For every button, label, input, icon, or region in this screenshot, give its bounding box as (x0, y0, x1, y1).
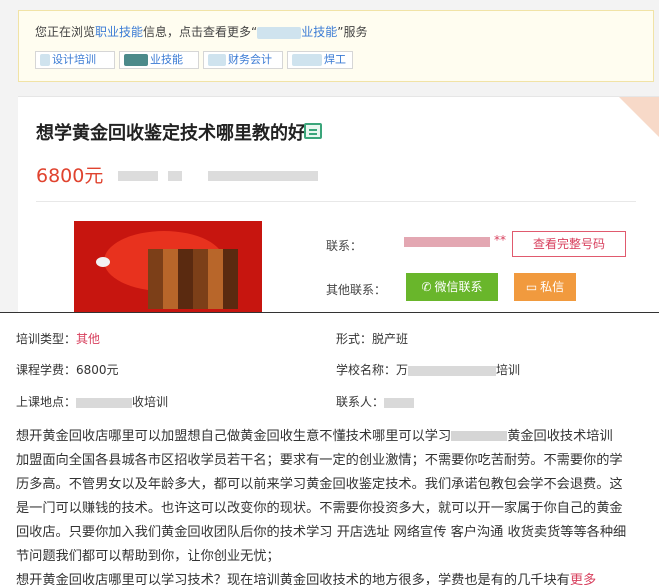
redacted-patch (118, 171, 158, 181)
divider (36, 201, 636, 202)
more-link[interactable]: 更多 (570, 573, 596, 585)
tag-finance-accounting[interactable]: 财务会计 (203, 51, 283, 69)
notice-category-link[interactable]: 职业技能 (95, 25, 143, 39)
image-mosaic (148, 249, 238, 309)
redacted-patch (208, 171, 318, 181)
detail-screenshot: 培训类型：其他 形式：脱产班 课程学费：6800元 学校名称：万 培训 上课地点：… (0, 313, 659, 585)
training-type: 培训类型：其他 (16, 330, 100, 347)
redacted-patch (168, 171, 182, 181)
description-line: 加盟面向全国各县城各市区招收学员若干名；要求有一定的创业激情；不需要你吃苦耐劳。… (16, 453, 623, 468)
redacted-patch (292, 54, 322, 66)
training-type-label: 培训类型： (16, 332, 77, 346)
description-text: 想开黄金回收店哪里可以学习技术？现在培训黄金回收技术的地方很多，学费也是有的几千… (16, 573, 570, 585)
course-fee: 课程学费：6800元 (16, 361, 119, 378)
tag-design-training[interactable]: 设计培训 (35, 51, 115, 69)
listing-image[interactable] (74, 221, 262, 312)
description-text: 黄金回收技术培训 (507, 429, 613, 444)
contact-label: 联系： (326, 239, 363, 253)
redacted-patch (40, 54, 50, 66)
redacted-patch (384, 397, 415, 408)
tag-label: 设计培训 (52, 53, 96, 66)
description-line: 节问题我们都可以帮助到你，让你创业无忧； (16, 549, 280, 564)
training-type-value[interactable]: 其他 (76, 332, 100, 346)
description-line: 回收店。只要你加入我们黄金回收团队后你的技术学习 开店选址 网络宣传 客户沟通 … (16, 525, 627, 540)
image-highlight (96, 257, 110, 267)
contact-person: 联系人： (336, 393, 415, 410)
training-form-value: 脱产班 (372, 332, 409, 346)
description-line: 想开黄金回收店哪里可以加盟想自己做黄金回收生意不懂技术哪里可以学习 黄金回收技术培… (16, 425, 650, 449)
tag-welder[interactable]: 焊工 (287, 51, 353, 69)
school-name-prefix: 万 (396, 363, 409, 377)
private-message-button[interactable]: ▭ 私信 (514, 273, 576, 301)
notice-text: 您正在浏览职业技能信息，点击查看更多“ 业技能”服务 (35, 23, 367, 40)
view-full-number-button[interactable]: 查看完整号码 (512, 231, 626, 257)
wechat-button-label: 微信联系 (434, 280, 483, 294)
listing-screenshot: 您正在浏览职业技能信息，点击查看更多“ 业技能”服务 设计培训 业技能 财务会计 … (0, 0, 659, 312)
training-form-label: 形式： (336, 332, 373, 346)
listing-description: 想开黄金回收店哪里可以加盟想自己做黄金回收生意不懂技术哪里可以学习 黄金回收技术培… (16, 425, 650, 585)
redacted-phone (404, 237, 490, 247)
notice-prefix: 您正在浏览 (35, 25, 96, 39)
redacted-patch (208, 54, 226, 66)
notice-suffix: ”服务 (337, 25, 368, 39)
listing-price: 6800元 (36, 165, 104, 187)
tag-label: 财务会计 (228, 53, 272, 66)
description-line: 历多高。不管男女以及年龄多大，都可以前来学习黄金回收鉴定技术。我们承诺包教包会学… (16, 477, 623, 492)
contact-person-label: 联系人： (336, 395, 385, 409)
tag-vocational-skill[interactable]: 业技能 (119, 51, 199, 69)
tag-label: 焊工 (324, 53, 346, 66)
corner-decoration (619, 97, 659, 137)
tag-label: 业技能 (150, 53, 183, 66)
message-button-label: 私信 (540, 280, 565, 294)
other-contact-label: 其他联系： (326, 283, 387, 297)
redacted-patch (257, 26, 302, 39)
course-fee-label: 课程学费： (16, 363, 77, 377)
training-form: 形式：脱产班 (336, 330, 408, 347)
redacted-patch (76, 397, 133, 408)
notice-middle: 信息，点击查看更多“ (143, 25, 258, 39)
notice-service-link[interactable]: 业技能 (301, 25, 337, 39)
listing-title: 想学黄金回收鉴定技术哪里教的好 (36, 123, 306, 144)
description-text: 想开黄金回收店哪里可以加盟想自己做黄金回收生意不懂技术哪里可以学习 (16, 429, 452, 444)
redacted-patch (124, 54, 148, 66)
class-location-label: 上课地点： (16, 395, 77, 409)
class-location: 上课地点： 收培训 (16, 393, 168, 410)
certificate-icon (304, 123, 322, 139)
contact-mask: ** (494, 233, 506, 247)
message-icon: ▭ (525, 280, 538, 294)
class-location-suffix: 收培训 (132, 395, 169, 409)
redacted-patch (408, 365, 497, 376)
school-name-label: 学校名称： (336, 363, 397, 377)
wechat-icon: ✆ (421, 280, 432, 294)
redacted-patch (451, 431, 508, 441)
course-fee-value: 6800元 (76, 363, 119, 377)
wechat-contact-button[interactable]: ✆ 微信联系 (406, 273, 498, 301)
description-line: 是一门可以赚钱的技术。也许这可以改变你的现状。不需要你投资多大，就可以开一家属于… (16, 501, 623, 516)
description-line: 想开黄金回收店哪里可以学习技术？现在培训黄金回收技术的地方很多，学费也是有的几千… (16, 569, 650, 585)
school-name: 学校名称：万 培训 (336, 361, 520, 378)
listing-card: 想学黄金回收鉴定技术哪里教的好 6800元 联系： ** 查看完整号码 其他联系… (18, 96, 659, 312)
school-name-suffix: 培训 (496, 363, 521, 377)
browse-notice: 您正在浏览职业技能信息，点击查看更多“ 业技能”服务 设计培训 业技能 财务会计 … (18, 10, 654, 82)
